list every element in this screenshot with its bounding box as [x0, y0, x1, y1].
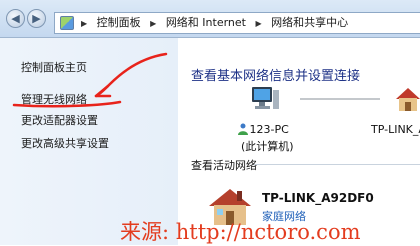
control-panel-icon — [60, 16, 74, 30]
breadcrumb[interactable]: ▶ 控制面板 ▶ 网络和 Internet ▶ 网络和共享中心 — [54, 12, 420, 34]
breadcrumb-item-control-panel[interactable]: 控制面板 — [97, 16, 141, 29]
annotation-arrow — [12, 52, 168, 108]
page-title: 查看基本网络信息并设置连接 — [191, 69, 361, 84]
computer-subtitle: (此计算机) — [241, 140, 294, 153]
network-map-label[interactable]: TP-LINK_A — [371, 123, 420, 136]
back-icon: ◀ — [11, 12, 20, 25]
computer-icon — [252, 87, 279, 109]
house-icon — [396, 88, 420, 111]
back-button[interactable]: ◀ — [6, 9, 25, 28]
forward-button[interactable]: ▶ — [27, 9, 46, 28]
breadcrumb-separator[interactable]: ▶ — [256, 19, 262, 28]
computer-name-text[interactable]: 123-PC — [250, 123, 289, 136]
active-networks-heading: 查看活动网络 — [191, 159, 257, 172]
address-bar: ◀ ▶ ▶ 控制面板 ▶ 网络和 Internet ▶ 网络和共享中心 — [0, 0, 420, 38]
section-divider — [254, 164, 420, 165]
sidebar-item-advanced-sharing[interactable]: 更改高级共享设置 — [21, 135, 109, 151]
network-connection-line — [300, 98, 380, 100]
watermark: 来源: http://nctoro.com — [120, 220, 361, 244]
computer-name[interactable]: 123-PC — [239, 123, 289, 136]
active-network-name: TP-LINK_A92DF0 — [262, 191, 374, 205]
breadcrumb-item-network-sharing-center[interactable]: 网络和共享中心 — [271, 16, 348, 29]
breadcrumb-separator[interactable]: ▶ — [81, 19, 87, 28]
breadcrumb-item-network-internet[interactable]: 网络和 Internet — [166, 16, 246, 29]
forward-icon: ▶ — [32, 12, 41, 25]
breadcrumb-separator[interactable]: ▶ — [150, 19, 156, 28]
